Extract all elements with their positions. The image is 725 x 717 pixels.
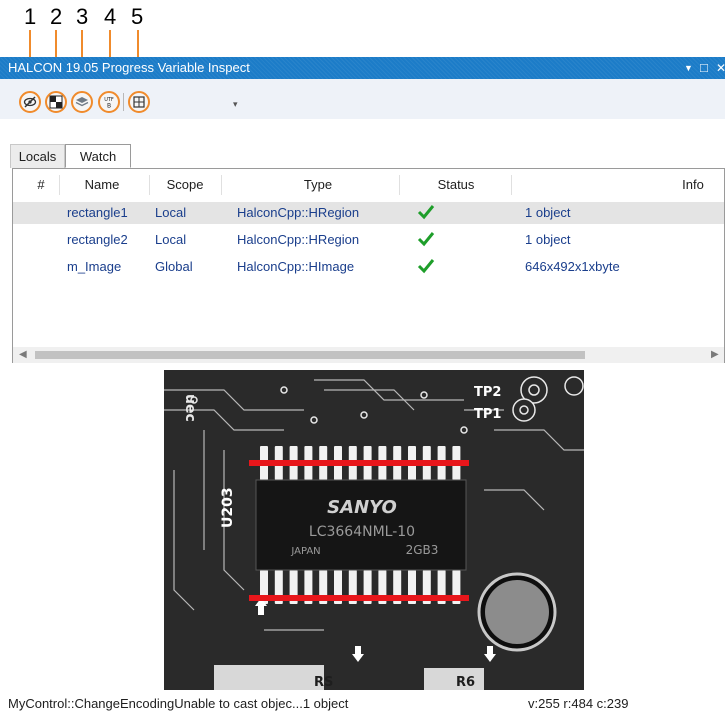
check-icon <box>417 232 435 247</box>
cell-scope: Local <box>155 232 187 247</box>
checkerboard-icon <box>49 95 63 109</box>
column-divider[interactable] <box>221 175 222 195</box>
callout-number-1: 1 <box>24 4 37 29</box>
column-divider[interactable] <box>511 175 512 195</box>
variable-grid: # Name Scope Type Status Info rectangle1… <box>12 168 725 363</box>
pcb-label-bottom-b: R6 <box>456 675 475 690</box>
chip-part-number: LC3664NML-10 <box>309 524 415 540</box>
column-header-number[interactable]: # <box>35 177 47 192</box>
table-row[interactable]: m_Image Global HalconCpp::HImage 646x492… <box>13 256 724 278</box>
window-titlebar: HALCON 19.05 Progress Variable Inspect ▼… <box>0 57 725 79</box>
toolbar: UTF B ▾ <box>0 79 725 119</box>
cell-info: 646x492x1xbyte <box>525 259 620 274</box>
cell-scope: Local <box>155 205 187 220</box>
column-header-scope[interactable]: Scope <box>155 177 215 192</box>
status-message: MyControl::ChangeEncodingUnable to cast … <box>8 696 349 711</box>
callout-number-5: 5 <box>131 4 144 29</box>
eye-slash-icon <box>23 96 37 108</box>
callout-number-4: 4 <box>104 4 117 29</box>
status-bar: MyControl::ChangeEncodingUnable to cast … <box>0 690 725 717</box>
window-title: HALCON 19.05 Progress Variable Inspect <box>8 60 250 75</box>
check-icon <box>417 205 435 220</box>
cell-type: HalconCpp::HImage <box>237 259 355 274</box>
pixel-info: v:255 r:484 c:239 <box>528 696 629 711</box>
stack-icon <box>75 97 89 107</box>
column-divider[interactable] <box>399 175 400 195</box>
column-header-type[interactable]: Type <box>263 177 373 192</box>
cell-type: HalconCpp::HRegion <box>237 232 360 247</box>
horizontal-scrollbar[interactable]: ◀ ▶ <box>13 347 724 363</box>
column-divider[interactable] <box>149 175 150 195</box>
pcb-label-tp2: TP2 <box>474 385 501 400</box>
callout-number-3: 3 <box>76 4 89 29</box>
region-rectangle2[interactable] <box>249 595 469 601</box>
cell-type: HalconCpp::HRegion <box>237 205 360 220</box>
cell-name: rectangle2 <box>67 232 128 247</box>
pcb-ref-u203: U203 <box>220 487 236 528</box>
grid-button[interactable] <box>128 91 150 113</box>
cell-name: rectangle1 <box>67 205 128 220</box>
pcb-label-tp1: TP1 <box>474 407 501 422</box>
scroll-left-icon[interactable]: ◀ <box>19 349 27 360</box>
chip-code: 2GB3 <box>406 543 439 557</box>
column-header-info[interactable]: Info <box>673 177 713 192</box>
grid-icon <box>133 96 145 108</box>
toolbar-separator <box>123 93 124 111</box>
close-icon[interactable]: ✕ <box>716 57 725 79</box>
chip-origin: JAPAN <box>290 546 320 557</box>
utf8-encoding-button[interactable]: UTF B <box>98 91 120 113</box>
check-icon <box>417 259 435 274</box>
pcb-image: uec TP2 TP1 SANYO LC3664NML-10 JAPAN 2GB… <box>164 370 584 690</box>
maximize-icon[interactable]: □ <box>700 57 708 79</box>
column-divider[interactable] <box>59 175 60 195</box>
scroll-right-icon[interactable]: ▶ <box>711 349 719 360</box>
window-menu-icon[interactable]: ▼ <box>684 57 693 79</box>
stack-button[interactable] <box>71 91 93 113</box>
toolbar-overflow-icon[interactable]: ▾ <box>233 99 238 110</box>
scrollbar-thumb[interactable] <box>35 351 585 359</box>
cell-info: 1 object <box>525 205 571 220</box>
cell-info: 1 object <box>525 232 571 247</box>
region-rectangle1[interactable] <box>249 460 469 466</box>
chip-brand: SANYO <box>327 497 397 518</box>
checkerboard-button[interactable] <box>45 91 67 113</box>
eye-slash-button[interactable] <box>19 91 41 113</box>
column-header-name[interactable]: Name <box>67 177 137 192</box>
cell-name: m_Image <box>67 259 122 274</box>
utf8-encoding-icon: UTF B <box>104 97 114 110</box>
column-header-status[interactable]: Status <box>421 177 491 192</box>
pcb-label-top-left: uec <box>182 394 198 422</box>
svg-text:B: B <box>107 103 111 110</box>
table-row[interactable]: rectangle1 Local HalconCpp::HRegion 1 ob… <box>13 202 724 224</box>
capacitor <box>485 580 549 644</box>
table-row[interactable]: rectangle2 Local HalconCpp::HRegion 1 ob… <box>13 229 724 251</box>
cell-scope: Global <box>155 259 193 274</box>
tab-watch[interactable]: Watch <box>65 144 131 168</box>
callout-number-2: 2 <box>50 4 63 29</box>
tab-locals[interactable]: Locals <box>10 144 65 168</box>
image-viewer[interactable]: uec TP2 TP1 SANYO LC3664NML-10 JAPAN 2GB… <box>164 370 584 690</box>
pcb-label-bottom-a: RS <box>314 675 333 690</box>
